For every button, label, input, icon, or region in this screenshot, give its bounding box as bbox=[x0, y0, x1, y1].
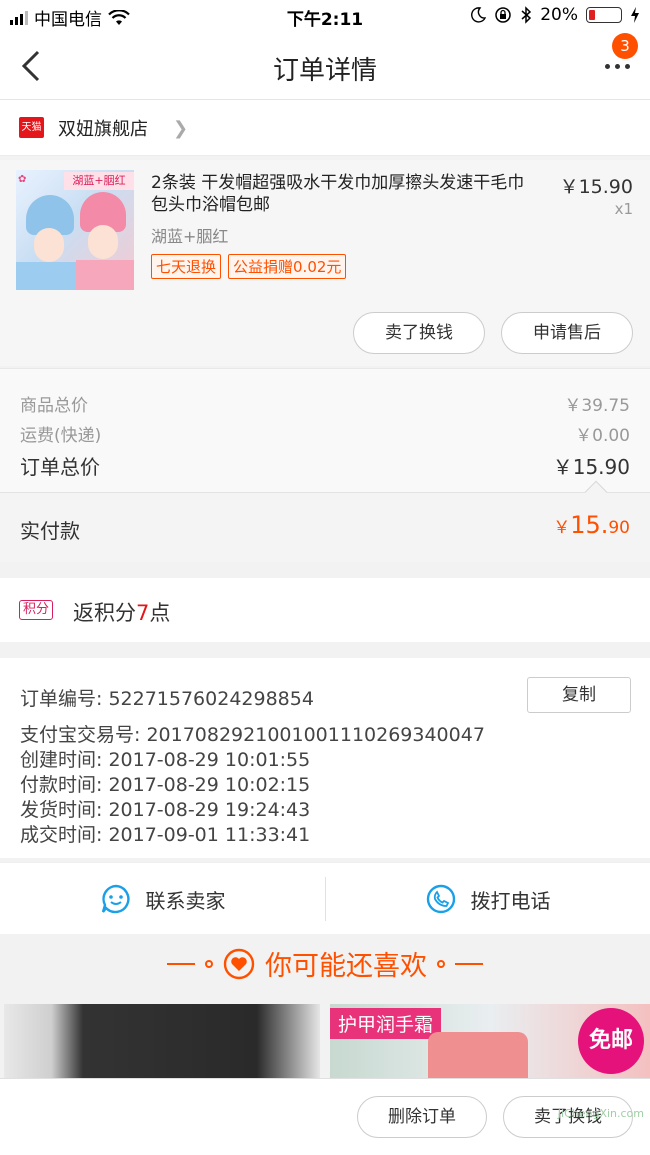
shop-name[interactable]: 双妞旗舰店 bbox=[58, 115, 148, 141]
rotation-lock-icon bbox=[495, 7, 511, 23]
free-shipping-badge: 免邮 bbox=[578, 1008, 644, 1074]
bluetooth-icon bbox=[521, 6, 532, 24]
product-price: ￥15.90 bbox=[559, 176, 633, 198]
heart-icon bbox=[223, 948, 255, 979]
delete-order-button[interactable]: 删除订单 bbox=[357, 1096, 487, 1138]
watermark: JiChengXin.com bbox=[557, 1107, 644, 1120]
status-right: 20% bbox=[470, 5, 640, 25]
more-menu-icon[interactable] bbox=[605, 64, 630, 69]
chevron-right-icon: ❯ bbox=[173, 118, 189, 139]
shipping-row: 运费(快递) ￥0.00 bbox=[20, 421, 630, 446]
brand-logo-icon: ✿ bbox=[18, 174, 27, 185]
bottom-action-bar: 删除订单 卖了换钱 JiChengXin.com bbox=[0, 1078, 650, 1155]
tmall-icon: 天猫 bbox=[19, 117, 44, 138]
recommend-header: 你可能还喜欢 bbox=[0, 934, 650, 1004]
order-total-label: 订单总价 bbox=[20, 455, 100, 479]
contact-seller-label: 联系卖家 bbox=[145, 888, 226, 913]
after-sales-button[interactable]: 申请售后 bbox=[501, 312, 633, 354]
call-phone-button[interactable]: 拨打电话 bbox=[325, 863, 650, 935]
created-time: 创建时间: 2017-08-29 10:01:55 bbox=[20, 749, 311, 771]
cost-summary: 商品总价 ￥39.75 运费(快递) ￥0.00 订单总价 ￥15.90 bbox=[0, 368, 650, 492]
nav-bar: 订单详情 3 bbox=[0, 33, 650, 100]
order-info: 订单编号: 52271576024298854 复制 支付宝交易号: 20170… bbox=[0, 658, 650, 858]
product-actions: 卖了换钱 申请售后 bbox=[353, 312, 633, 354]
recommend-item[interactable]: 护甲润手霜 免邮 bbox=[330, 1004, 650, 1078]
charging-icon bbox=[631, 7, 639, 23]
paid-label: 实付款 bbox=[20, 519, 80, 543]
battery-icon bbox=[586, 7, 622, 23]
shipping-value: ￥0.00 bbox=[575, 426, 630, 446]
points-text: 返积分7点 bbox=[73, 601, 171, 625]
paid-amount: ￥15.90 bbox=[553, 511, 630, 539]
product-title[interactable]: 2条装 干发帽超强吸水干发巾加厚擦头发速干毛巾包头巾浴帽包邮 bbox=[151, 172, 541, 216]
battery-percent: 20% bbox=[540, 5, 578, 25]
call-phone-label: 拨打电话 bbox=[470, 888, 551, 913]
rec-product-tag: 护甲润手霜 bbox=[330, 1008, 442, 1039]
thumbnail-color-tag: 湖蓝+胭红 bbox=[64, 172, 134, 190]
contact-seller-button[interactable]: 联系卖家 bbox=[0, 863, 325, 935]
notification-badge: 3 bbox=[612, 33, 638, 59]
contact-bar: 联系卖家 拨打电话 bbox=[0, 862, 650, 934]
return-policy-tag: 七天退换 bbox=[151, 254, 222, 279]
phone-icon bbox=[426, 884, 455, 914]
service-tags: 七天退换 公益捐赠0.02元 bbox=[151, 254, 347, 279]
product-thumbnail[interactable]: ✿ 湖蓝+胭红 bbox=[16, 170, 134, 290]
order-number: 订单编号: 52271576024298854 bbox=[20, 688, 314, 710]
shipping-label: 运费(快递) bbox=[20, 426, 102, 446]
status-bar: 中国电信 下午2:11 20% bbox=[0, 0, 650, 34]
paid-time: 付款时间: 2017-08-29 10:02:15 bbox=[20, 774, 311, 796]
goods-total-row: 商品总价 ￥39.75 bbox=[20, 391, 630, 416]
chat-icon bbox=[101, 884, 130, 914]
product-card[interactable]: ✿ 湖蓝+胭红 2条装 干发帽超强吸水干发巾加厚擦头发速干毛巾包头巾浴帽包邮 湖… bbox=[0, 160, 650, 366]
sell-button[interactable]: 卖了换钱 bbox=[353, 312, 485, 354]
goods-total-label: 商品总价 bbox=[20, 396, 88, 416]
page-title: 订单详情 bbox=[272, 56, 377, 86]
product-qty: x1 bbox=[614, 200, 633, 218]
goods-total-value: ￥39.75 bbox=[564, 396, 630, 416]
shop-row[interactable]: 天猫 双妞旗舰店 ❯ bbox=[0, 100, 650, 156]
points-chip: 积分 bbox=[19, 600, 54, 620]
copy-button[interactable]: 复制 bbox=[527, 677, 631, 713]
order-total-row: 订单总价 ￥15.90 bbox=[20, 451, 630, 480]
recommend-title: 你可能还喜欢 bbox=[265, 951, 427, 982]
order-total-value: ￥15.90 bbox=[552, 455, 630, 479]
completed-time: 成交时间: 2017-09-01 11:33:41 bbox=[20, 824, 311, 846]
recommend-item[interactable] bbox=[4, 1004, 320, 1078]
product-spec: 湖蓝+胭红 bbox=[151, 227, 229, 246]
charity-tag: 公益捐赠0.02元 bbox=[228, 254, 347, 279]
moon-icon bbox=[471, 7, 487, 23]
alipay-trade-number: 支付宝交易号: 2017082921001001110269340047 bbox=[20, 724, 485, 746]
recommend-list: 护甲润手霜 免邮 bbox=[0, 1004, 650, 1078]
shipped-time: 发货时间: 2017-08-29 19:24:43 bbox=[20, 799, 311, 821]
points-row: 积分 返积分7点 bbox=[0, 578, 650, 642]
paid-amount-row: 实付款 ￥15.90 bbox=[0, 480, 650, 562]
